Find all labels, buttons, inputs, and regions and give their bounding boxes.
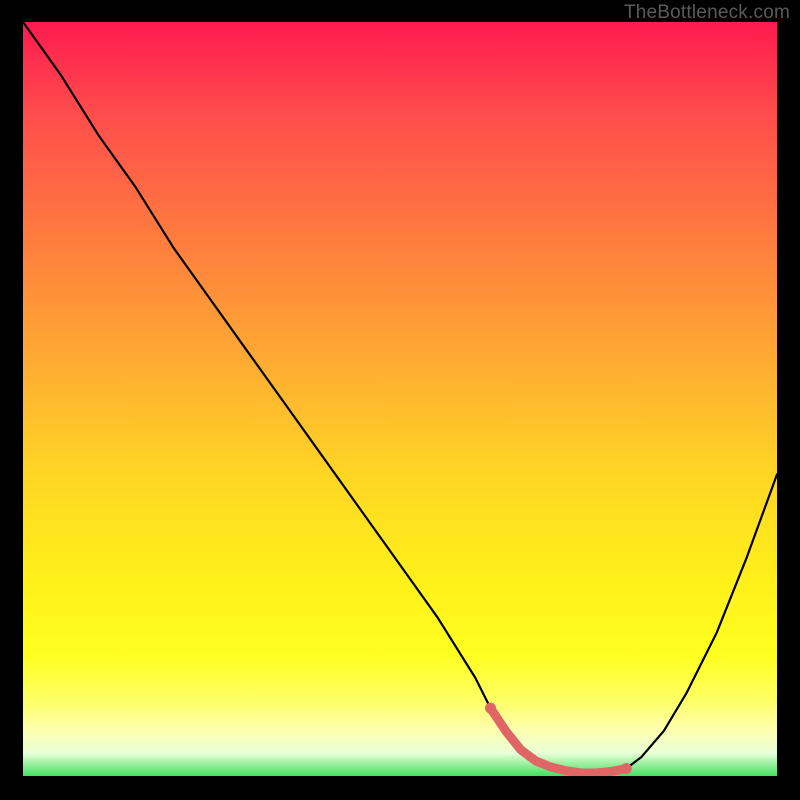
chart-plot-area — [23, 22, 777, 776]
bottleneck-curve-line — [23, 22, 777, 773]
watermark-text: TheBottleneck.com — [624, 2, 790, 24]
chart-svg — [23, 22, 777, 776]
optimal-region-marker — [491, 708, 627, 773]
marker-end-dot — [485, 703, 496, 714]
marker-end-dot — [621, 763, 632, 774]
